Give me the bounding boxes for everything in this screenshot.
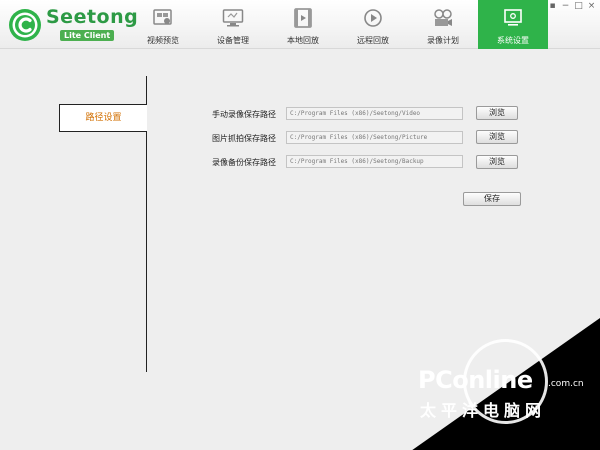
close-icon[interactable]: × (587, 2, 596, 11)
seetong-logo-icon (9, 9, 41, 41)
manual-record-path-label: 手动录像保存路径 (212, 110, 276, 119)
browse-snapshot-button[interactable]: 浏览 (476, 130, 518, 144)
brand-subtitle: Lite Client (60, 30, 115, 41)
backup-path-label: 录像备份保存路径 (212, 158, 276, 167)
sidebar-divider (146, 131, 147, 372)
minimize-icon[interactable]: − (561, 2, 570, 11)
browse-backup-button[interactable]: 浏览 (476, 155, 518, 169)
sidebar-item-path-settings[interactable]: 路径设置 (59, 104, 147, 132)
tab-label: 本地回放 (287, 36, 319, 45)
snapshot-path-label: 图片抓拍保存路径 (212, 134, 276, 143)
maximize-icon[interactable]: □ (574, 2, 583, 11)
settings-screen-icon (504, 9, 522, 26)
watermark-domain: .com.cn (548, 379, 584, 389)
tab-device-management[interactable]: 设备管理 (198, 0, 268, 49)
tab-system-settings[interactable]: 系统设置 (478, 0, 548, 49)
tab-remote-playback[interactable]: 远程回放 (338, 0, 408, 49)
manual-record-path-input[interactable]: C:/Program Files (x86)/Seetong/Video (286, 107, 463, 120)
tab-local-playback[interactable]: 本地回放 (268, 0, 338, 49)
replay-circle-icon (364, 9, 382, 27)
brand-name: Seetong (46, 6, 139, 28)
tab-label: 系统设置 (497, 36, 529, 45)
browse-manual-record-button[interactable]: 浏览 (476, 106, 518, 120)
tab-label: 设备管理 (217, 36, 249, 45)
watermark-cn-text: 太平洋电脑网 (420, 401, 547, 420)
top-bar: Seetong Lite Client 视频预览 设备管理 本地回放 远程回放 … (0, 0, 600, 49)
device-monitor-icon (222, 9, 244, 27)
video-preview-icon (153, 9, 172, 25)
window-controls: ▪ − □ × (548, 2, 596, 12)
watermark-logo-text: PConline (418, 366, 533, 394)
film-strip-icon (294, 8, 312, 28)
tab-video-preview[interactable]: 视频预览 (128, 0, 198, 49)
tab-label: 远程回放 (357, 36, 389, 45)
backup-path-input[interactable]: C:/Program Files (x86)/Seetong/Backup (286, 155, 463, 168)
reel-camera-icon (434, 9, 452, 26)
save-button[interactable]: 保存 (463, 192, 521, 206)
tab-recording-schedule[interactable]: 录像计划 (408, 0, 478, 49)
snapshot-path-input[interactable]: C:/Program Files (x86)/Seetong/Picture (286, 131, 463, 144)
tab-label: 录像计划 (427, 36, 459, 45)
sidebar-divider (146, 76, 147, 104)
skin-icon[interactable]: ▪ (548, 2, 557, 11)
tab-label: 视频预览 (147, 36, 179, 45)
